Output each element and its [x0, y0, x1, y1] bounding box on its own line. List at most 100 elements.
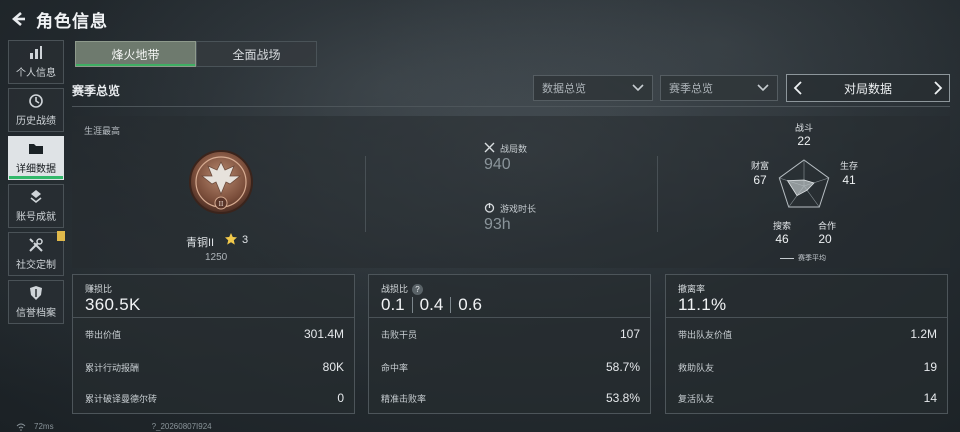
radar-label-search: 搜索 [772, 221, 791, 231]
radar-value-combat: 22 [797, 134, 811, 148]
sidebar-item-label: 详细数据 [16, 164, 56, 175]
rank-score: 1250 [205, 252, 228, 263]
card-value: 360.5K [85, 295, 141, 314]
matches-value: 940 [484, 156, 511, 173]
chevron-right-icon[interactable] [933, 81, 943, 95]
sidebar-item-details[interactable]: 详细数据 [8, 136, 64, 180]
card-divider [73, 317, 354, 318]
star-icon [225, 233, 237, 245]
kd-value: 0.6 [458, 295, 482, 314]
data-overview-dropdown[interactable]: 数据总览 [533, 75, 653, 101]
sidebar-item-reputation[interactable]: 信誉档案 [8, 280, 64, 324]
legend-line [780, 257, 794, 259]
stat-row: 救助队友 19 [678, 360, 937, 374]
svg-text:II: II [219, 200, 224, 208]
notification-badge [57, 231, 65, 241]
stat-label: 累计行动报酬 [85, 362, 140, 373]
divider [657, 156, 658, 232]
stat-label: 精准击败率 [381, 393, 427, 404]
folder-icon [29, 144, 43, 154]
rank-stars-count: 3 [242, 234, 249, 246]
stat-value: 53.8% [605, 391, 640, 405]
medal-icon [30, 190, 42, 204]
sidebar-item-label: 信誉档案 [16, 308, 56, 319]
radar-value-wealth: 67 [753, 173, 767, 187]
chevron-down-icon [632, 84, 644, 92]
stat-label: 击败干员 [381, 329, 418, 340]
card-value: 11.1% [678, 295, 727, 314]
card-divider [666, 317, 947, 318]
stat-value: 301.4M [303, 327, 344, 341]
chevron-left-icon[interactable] [793, 81, 803, 95]
dropdown-value: 数据总览 [542, 83, 586, 95]
help-icon[interactable]: ? [412, 284, 424, 296]
sidebar-item-label: 个人信息 [16, 68, 56, 79]
radar-value-survival: 41 [842, 173, 856, 187]
match-data-pager: 对局数据 [786, 74, 950, 102]
radar-label-teamwork: 合作 [817, 221, 836, 231]
stat-row: 累计破译曼德尔砖 0 [85, 391, 344, 405]
kd-card: 战损比? 0.1 0.4 0.6 击败干员 107 命中率 58.7% 精准击败… [368, 274, 651, 414]
kd-separator [450, 297, 452, 313]
shield-icon [30, 286, 42, 300]
sidebar-item-label: 历史战绩 [16, 116, 56, 127]
rank-emblem-icon: II [189, 150, 253, 214]
stat-value: 107 [619, 327, 640, 341]
season-dropdown[interactable]: 赛季总览 [660, 75, 778, 101]
mode-tabs: 烽火地带 全面战场 [75, 41, 317, 67]
stat-label: 命中率 [381, 362, 409, 373]
playtime-value: 93h [484, 216, 511, 233]
divider [365, 156, 366, 232]
stat-value: 58.7% [605, 360, 640, 374]
sidebar-item-social[interactable]: 社交定制 [8, 231, 65, 276]
stat-value: 1.2M [910, 327, 937, 341]
stat-row: 精准击败率 53.8% [381, 391, 640, 405]
sidebar: 个人信息 历史战绩 详细数据 账号成就 社交定制 信誉档案 [8, 40, 65, 328]
bar-chart-icon [30, 46, 42, 59]
matches-label: 战局数 [500, 144, 528, 154]
card-title: 赚损比 [85, 284, 113, 294]
radar-value-search: 46 [775, 232, 789, 246]
page-header: 角色信息 [8, 6, 108, 32]
stat-row: 复活队友 14 [678, 391, 937, 405]
kd-value: 0.1 [381, 295, 405, 314]
stat-row: 带出队友价值 1.2M [678, 327, 937, 341]
section-title: 赛季总览 [72, 84, 121, 98]
extract-card: 撤离率 11.1% 带出队友价值 1.2M 救助队友 19 复活队友 14 [665, 274, 948, 414]
stat-value: 80K [322, 360, 344, 374]
card-title: 撤离率 [678, 284, 706, 294]
overview-panel: 生涯最高 II 青铜II 3 1250 战局数 940 游戏时长 93h 战斗 … [72, 116, 950, 268]
wifi-icon [16, 423, 26, 431]
stat-row: 命中率 58.7% [381, 360, 640, 374]
kd-values: 0.1 0.4 0.6 [381, 295, 482, 315]
tab-hazard-zone[interactable]: 烽火地带 [75, 41, 196, 67]
chevron-down-icon [757, 84, 769, 92]
sidebar-item-label: 账号成就 [16, 212, 56, 223]
stat-value: 14 [923, 391, 937, 405]
tools-icon [29, 238, 43, 252]
sidebar-item-personal-info[interactable]: 个人信息 [8, 40, 64, 84]
stat-label: 带出价值 [85, 329, 122, 340]
card-title-wrap: 战损比? [381, 282, 424, 296]
clock-history-icon [29, 94, 43, 108]
stat-row: 累计行动报酬 80K [85, 360, 344, 374]
ping-value: 72ms [34, 422, 54, 431]
kd-separator [411, 297, 413, 313]
stat-value: 0 [337, 391, 344, 405]
radar-label-combat: 战斗 [794, 123, 813, 133]
legend-label: 赛季平均 [798, 255, 826, 262]
tab-full-battlefield[interactable]: 全面战场 [196, 41, 317, 67]
profit-card: 赚损比 360.5K 带出价值 301.4M 累计行动报酬 80K 累计破译曼德… [72, 274, 355, 414]
rank-name: 青铜II [186, 237, 215, 249]
card-divider [369, 317, 650, 318]
radar-label-wealth: 财富 [750, 161, 769, 171]
build-id: ?_20260807I924 [151, 422, 212, 431]
kd-value: 0.4 [419, 295, 444, 314]
sidebar-item-achievements[interactable]: 账号成就 [8, 184, 64, 228]
back-arrow-icon[interactable] [8, 9, 28, 29]
status-footer: 72ms ?_20260807I924 [16, 422, 212, 431]
section-divider [72, 106, 950, 107]
stat-value: 19 [923, 360, 937, 374]
sidebar-item-history[interactable]: 历史战绩 [8, 88, 64, 132]
radar-legend: 赛季平均 [780, 253, 826, 263]
